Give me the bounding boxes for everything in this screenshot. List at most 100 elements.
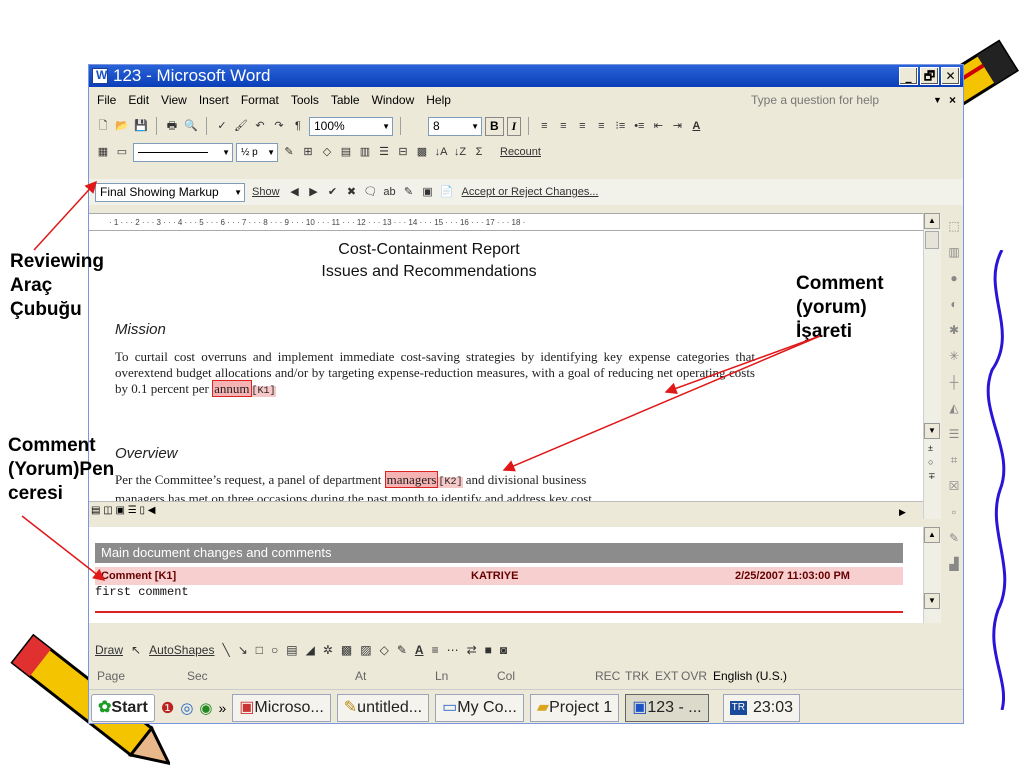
decrease-indent-icon[interactable]: ⇤ xyxy=(650,117,666,135)
menu-view[interactable]: View xyxy=(161,89,187,111)
line-color-icon[interactable]: ✎ xyxy=(397,643,407,657)
print-view-icon[interactable]: ▣ xyxy=(115,505,124,516)
draw-menu-button[interactable]: Draw xyxy=(95,643,123,657)
menu-format[interactable]: Format xyxy=(241,89,279,111)
menu-tools[interactable]: Tools xyxy=(291,89,319,111)
justify-icon[interactable]: ≡ xyxy=(593,117,609,135)
display-for-review-select[interactable]: Final Showing Markup xyxy=(95,182,245,202)
accept-reject-button[interactable]: Accept or Reject Changes... xyxy=(458,183,603,201)
pen-icon[interactable]: ✎ xyxy=(943,525,963,551)
pane-scroll-down-icon[interactable]: ▼ xyxy=(924,593,940,609)
image-icon[interactable]: ▫ xyxy=(943,499,963,525)
chart-icon[interactable]: ▟ xyxy=(943,551,963,577)
scroll-down-arrow-icon[interactable]: ▼ xyxy=(924,423,940,439)
picture-icon[interactable]: ▨ xyxy=(360,643,371,657)
start-button[interactable]: ✿Start xyxy=(91,693,155,722)
comment-mark-k2[interactable]: managers xyxy=(384,471,439,488)
redo-icon[interactable]: ↷ xyxy=(271,117,287,135)
increase-indent-icon[interactable]: ⇥ xyxy=(669,117,685,135)
shadow-icon[interactable]: ■ xyxy=(485,643,492,657)
quicklaunch-acrobat-icon[interactable]: ❶ xyxy=(161,699,174,717)
status-ext[interactable]: EXT xyxy=(655,665,678,687)
help-search-input[interactable]: Type a question for help xyxy=(751,89,879,111)
columns-icon[interactable]: ▥ xyxy=(943,239,963,265)
undo-icon[interactable]: ↶ xyxy=(252,117,268,135)
show-menu-button[interactable]: Show xyxy=(248,183,284,201)
menu-file[interactable]: File xyxy=(97,89,116,111)
fill-icon[interactable]: ◐ xyxy=(943,291,963,317)
textbox-icon[interactable]: ▤ xyxy=(286,643,297,657)
open-icon[interactable]: 📂 xyxy=(114,117,130,135)
eraser-icon[interactable]: ▭ xyxy=(114,143,130,161)
distribute-rows-icon[interactable]: ⊟ xyxy=(395,143,411,161)
line-style-select[interactable] xyxy=(133,142,233,162)
outline-view-icon[interactable]: ☰ xyxy=(128,505,137,516)
status-trk[interactable]: TRK xyxy=(625,665,649,687)
shape-icon[interactable]: ◭ xyxy=(943,395,963,421)
font-color-button[interactable]: A xyxy=(688,117,704,135)
autosum-icon[interactable]: Σ xyxy=(471,143,487,161)
task-paint[interactable]: ✎untitled... xyxy=(336,693,430,722)
align-left-icon[interactable]: ≡ xyxy=(536,117,552,135)
new-icon[interactable]: 🗋 xyxy=(95,117,111,135)
connector-icon[interactable]: ┼ xyxy=(943,369,963,395)
task-my-computer[interactable]: ▭My Co... xyxy=(435,693,524,722)
scroll-up-arrow-icon[interactable]: ▲ xyxy=(924,213,940,229)
clipart-icon[interactable]: ▩ xyxy=(341,643,352,657)
comment-body[interactable]: first comment xyxy=(95,585,189,599)
highlight-icon[interactable]: ab xyxy=(382,183,398,201)
oval-tool-icon[interactable]: ○ xyxy=(271,643,278,657)
print-icon[interactable]: 🖶 xyxy=(164,117,180,135)
star-icon[interactable]: ✱ xyxy=(943,317,963,343)
bullets-icon[interactable]: •≡ xyxy=(631,117,647,135)
new-comment-icon[interactable]: 🗨 xyxy=(363,183,379,201)
arrow-icon[interactable]: ↘ xyxy=(238,643,248,657)
sort-asc-icon[interactable]: ↓A xyxy=(433,143,449,161)
reading-view-icon[interactable]: ▯ xyxy=(139,505,145,516)
comment-tag-k1[interactable]: [K1] xyxy=(251,386,276,397)
save-icon[interactable]: 💾 xyxy=(133,117,149,135)
lines-icon[interactable]: ☰ xyxy=(943,421,963,447)
pane-vertical-scrollbar[interactable]: ▲ ▼ xyxy=(923,527,941,623)
align-center-icon[interactable]: ≡ xyxy=(555,117,571,135)
web-view-icon[interactable]: ◫ xyxy=(103,505,112,516)
arrow-style-icon[interactable]: ⇄ xyxy=(467,643,477,657)
accept-reject-icon[interactable]: 📄 xyxy=(439,183,455,201)
rectangle-icon[interactable]: □ xyxy=(256,643,263,657)
comment-mark-k1[interactable]: annum xyxy=(212,380,252,397)
line-icon[interactable]: ╲ xyxy=(222,643,229,657)
browse-object-icons[interactable]: ± ○ ∓ xyxy=(928,441,936,483)
diagram-icon[interactable]: ✲ xyxy=(323,643,333,657)
font-size-select[interactable]: 8 xyxy=(428,116,482,136)
print-preview-icon[interactable]: 🔍 xyxy=(183,117,199,135)
numbering-icon[interactable]: ⁝≡ xyxy=(612,117,628,135)
comment-header-row[interactable]: Comment [K1] KATRIYE 2/25/2007 11:03:00 … xyxy=(95,567,903,585)
status-ovr[interactable]: OVR xyxy=(681,665,707,687)
align-cell-icon[interactable]: ☰ xyxy=(376,143,392,161)
normal-view-icon[interactable]: ▤ xyxy=(91,505,100,516)
italic-button[interactable]: I xyxy=(506,116,522,136)
next-change-icon[interactable]: ▶ xyxy=(306,183,322,201)
wordart-icon[interactable]: ◢ xyxy=(306,643,315,657)
oval-icon[interactable]: ● xyxy=(943,265,963,291)
border-color-icon[interactable]: ✎ xyxy=(281,143,297,161)
sort-desc-icon[interactable]: ↓Z xyxy=(452,143,468,161)
quicklaunch-ie-icon[interactable]: ◎ xyxy=(180,699,193,717)
recount-button[interactable]: Recount xyxy=(496,143,545,161)
scroll-thumb[interactable] xyxy=(925,231,939,249)
reviewing-pane-icon[interactable]: ▣ xyxy=(420,183,436,201)
menu-window[interactable]: Window xyxy=(372,89,415,111)
line-style-icon[interactable]: ≡ xyxy=(432,643,439,657)
pane-scroll-up-icon[interactable]: ▲ xyxy=(924,527,940,543)
line-weight-select[interactable]: ½ p xyxy=(236,142,278,162)
shading-icon[interactable]: ◇ xyxy=(319,143,335,161)
format-painter-icon[interactable]: 🖌 xyxy=(233,117,249,135)
insert-table-icon[interactable]: ▤ xyxy=(338,143,354,161)
fill-color-icon[interactable]: ◇ xyxy=(380,643,389,657)
3d-icon[interactable]: ◙ xyxy=(500,643,507,657)
help-dropdown-icon[interactable]: ▼ xyxy=(933,89,942,111)
select-objects-icon[interactable]: ⬚ xyxy=(943,213,963,239)
bold-button[interactable]: B xyxy=(485,116,504,136)
close-pane-icon[interactable]: ☒ xyxy=(943,473,963,499)
autoshapes-menu-button[interactable]: AutoShapes xyxy=(149,643,214,657)
